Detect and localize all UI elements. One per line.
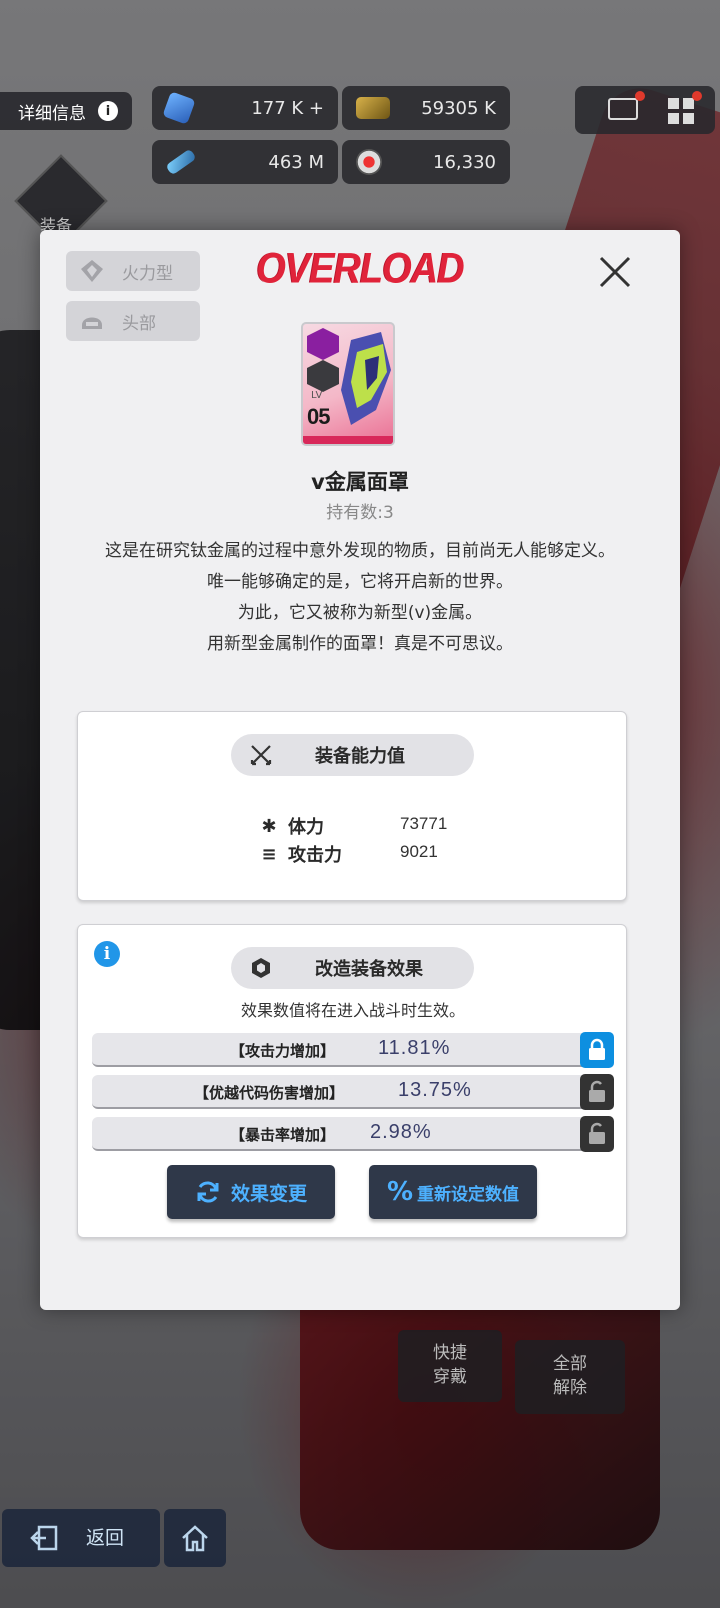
level-prefix: LV <box>311 390 323 401</box>
stats-panel-title-label: 装备能力值 <box>315 746 405 767</box>
effect-lock-toggle[interactable] <box>580 1074 614 1110</box>
hold-count: 持有数:3 <box>326 503 394 523</box>
resource-core: 16,330 <box>342 140 510 184</box>
effects-panel-title: 改造装备效果 <box>231 947 474 989</box>
description-line: 唯一能够确定的是，它将开启新的世界。 <box>207 572 513 592</box>
detail-info-label: 详细信息 <box>18 103 86 124</box>
menu-grid-icon[interactable] <box>668 98 694 124</box>
effect-name: 【暴击率增加】 <box>230 1126 336 1144</box>
item-card: LV 05 <box>301 322 395 446</box>
stats-panel-title: 装备能力值 <box>231 734 474 776</box>
mail-icon[interactable] <box>608 98 638 120</box>
slot-chip-label: 头部 <box>122 313 156 334</box>
effect-name: 【优越代码伤害增加】 <box>194 1084 345 1102</box>
stat-row-hp: ✱ 体力 <box>258 813 324 839</box>
battery-icon <box>165 148 197 176</box>
slot-chip: 头部 <box>66 301 200 341</box>
refresh-icon <box>197 1181 219 1203</box>
quick-equip-button[interactable]: 快捷 穿戴 <box>398 1330 502 1402</box>
effects-panel: i 改造装备效果 效果数值将在进入战斗时生效。 【攻击力增加】 11.81% 【… <box>77 924 627 1238</box>
stat-value: 9021 <box>400 842 438 861</box>
crystal-icon <box>162 91 196 125</box>
effect-value: 11.81% <box>378 1037 451 1059</box>
crossed-swords-icon <box>250 745 272 766</box>
lock-closed-icon <box>589 1038 605 1060</box>
equipment-detail-modal: 火力型 头部 OVERLOAD LV 05 v金属面罩 持有数:3 这是在研究钛… <box>40 230 680 1310</box>
home-button[interactable] <box>164 1509 226 1567</box>
stat-row-attack: ≡ 攻击力 <box>258 841 342 867</box>
lock-open-icon <box>589 1080 605 1102</box>
effect-value: 13.75% <box>398 1079 472 1101</box>
reset-values-button[interactable]: % 重新设定数值 <box>369 1165 537 1219</box>
helmet-icon <box>82 317 102 329</box>
description-line: 这是在研究钛金属的过程中意外发现的物质，目前尚无人能够定义。 <box>105 541 615 561</box>
card-icon <box>356 97 390 119</box>
effect-lock-toggle[interactable] <box>580 1116 614 1152</box>
home-icon <box>182 1525 208 1552</box>
description-line: 为此，它又被称为新型(v)金属。 <box>237 603 483 623</box>
reset-values-label: 重新设定数值 <box>417 1184 520 1205</box>
attack-icon: ≡ <box>261 843 277 865</box>
close-icon[interactable] <box>595 252 635 292</box>
stat-value: 73771 <box>400 814 448 833</box>
stats-panel: 装备能力值 ✱ 体力 73771 ≡ 攻击力 9021 <box>77 711 627 901</box>
core-icon <box>356 149 382 175</box>
rarity-strip <box>303 436 393 444</box>
info-icon: i <box>98 101 118 121</box>
effect-lock-toggle[interactable] <box>580 1032 614 1068</box>
resource-core-value: 16,330 <box>433 151 496 173</box>
item-description: 这是在研究钛金属的过程中意外发现的物质，目前尚无人能够定义。 唯一能够确定的是，… <box>70 536 650 660</box>
effect-value: 2.98% <box>370 1121 432 1143</box>
resource-battery: 463 M <box>152 140 338 184</box>
change-effect-label: 效果变更 <box>230 1182 307 1205</box>
change-effect-button[interactable]: 效果变更 <box>167 1165 335 1219</box>
item-name: v金属面罩 <box>311 470 409 494</box>
exit-icon <box>30 1525 58 1551</box>
back-label: 返回 <box>86 1526 125 1549</box>
effect-row: 【攻击力增加】 11.81% <box>92 1032 614 1068</box>
remove-all-button[interactable]: 全部 解除 <box>515 1340 625 1414</box>
overload-logo: OVERLOAD <box>256 245 464 293</box>
info-icon[interactable]: i <box>94 941 120 967</box>
effect-row: 【暴击率增加】 2.98% <box>92 1116 614 1152</box>
stat-label: 体力 <box>288 817 324 838</box>
description-line: 用新型金属制作的面罩！真是不可思议。 <box>207 634 513 654</box>
resource-crystal-value: 177 K + <box>251 97 324 119</box>
back-button[interactable]: 返回 <box>2 1509 160 1567</box>
lock-open-icon <box>589 1122 605 1144</box>
resource-crystal[interactable]: 177 K + <box>152 86 338 130</box>
mail-notification-dot <box>635 91 645 101</box>
resource-card: 59305 K <box>342 86 510 130</box>
effect-note: 效果数值将在进入战斗时生效。 <box>240 1001 465 1020</box>
item-level: 05 <box>307 404 331 429</box>
menu-notification-dot <box>692 91 702 101</box>
percent-icon: % <box>386 1177 414 1207</box>
stat-label: 攻击力 <box>288 845 342 866</box>
modify-hex-icon <box>252 958 270 978</box>
effect-row: 【优越代码伤害增加】 13.75% <box>92 1074 614 1110</box>
hp-icon: ✱ <box>261 815 277 837</box>
effect-name: 【攻击力增加】 <box>230 1042 336 1060</box>
resource-battery-value: 463 M <box>268 151 324 173</box>
effects-panel-title-label: 改造装备效果 <box>315 959 423 980</box>
detail-info-button[interactable]: 详细信息 i <box>0 92 132 130</box>
resource-card-value: 59305 K <box>421 97 496 119</box>
